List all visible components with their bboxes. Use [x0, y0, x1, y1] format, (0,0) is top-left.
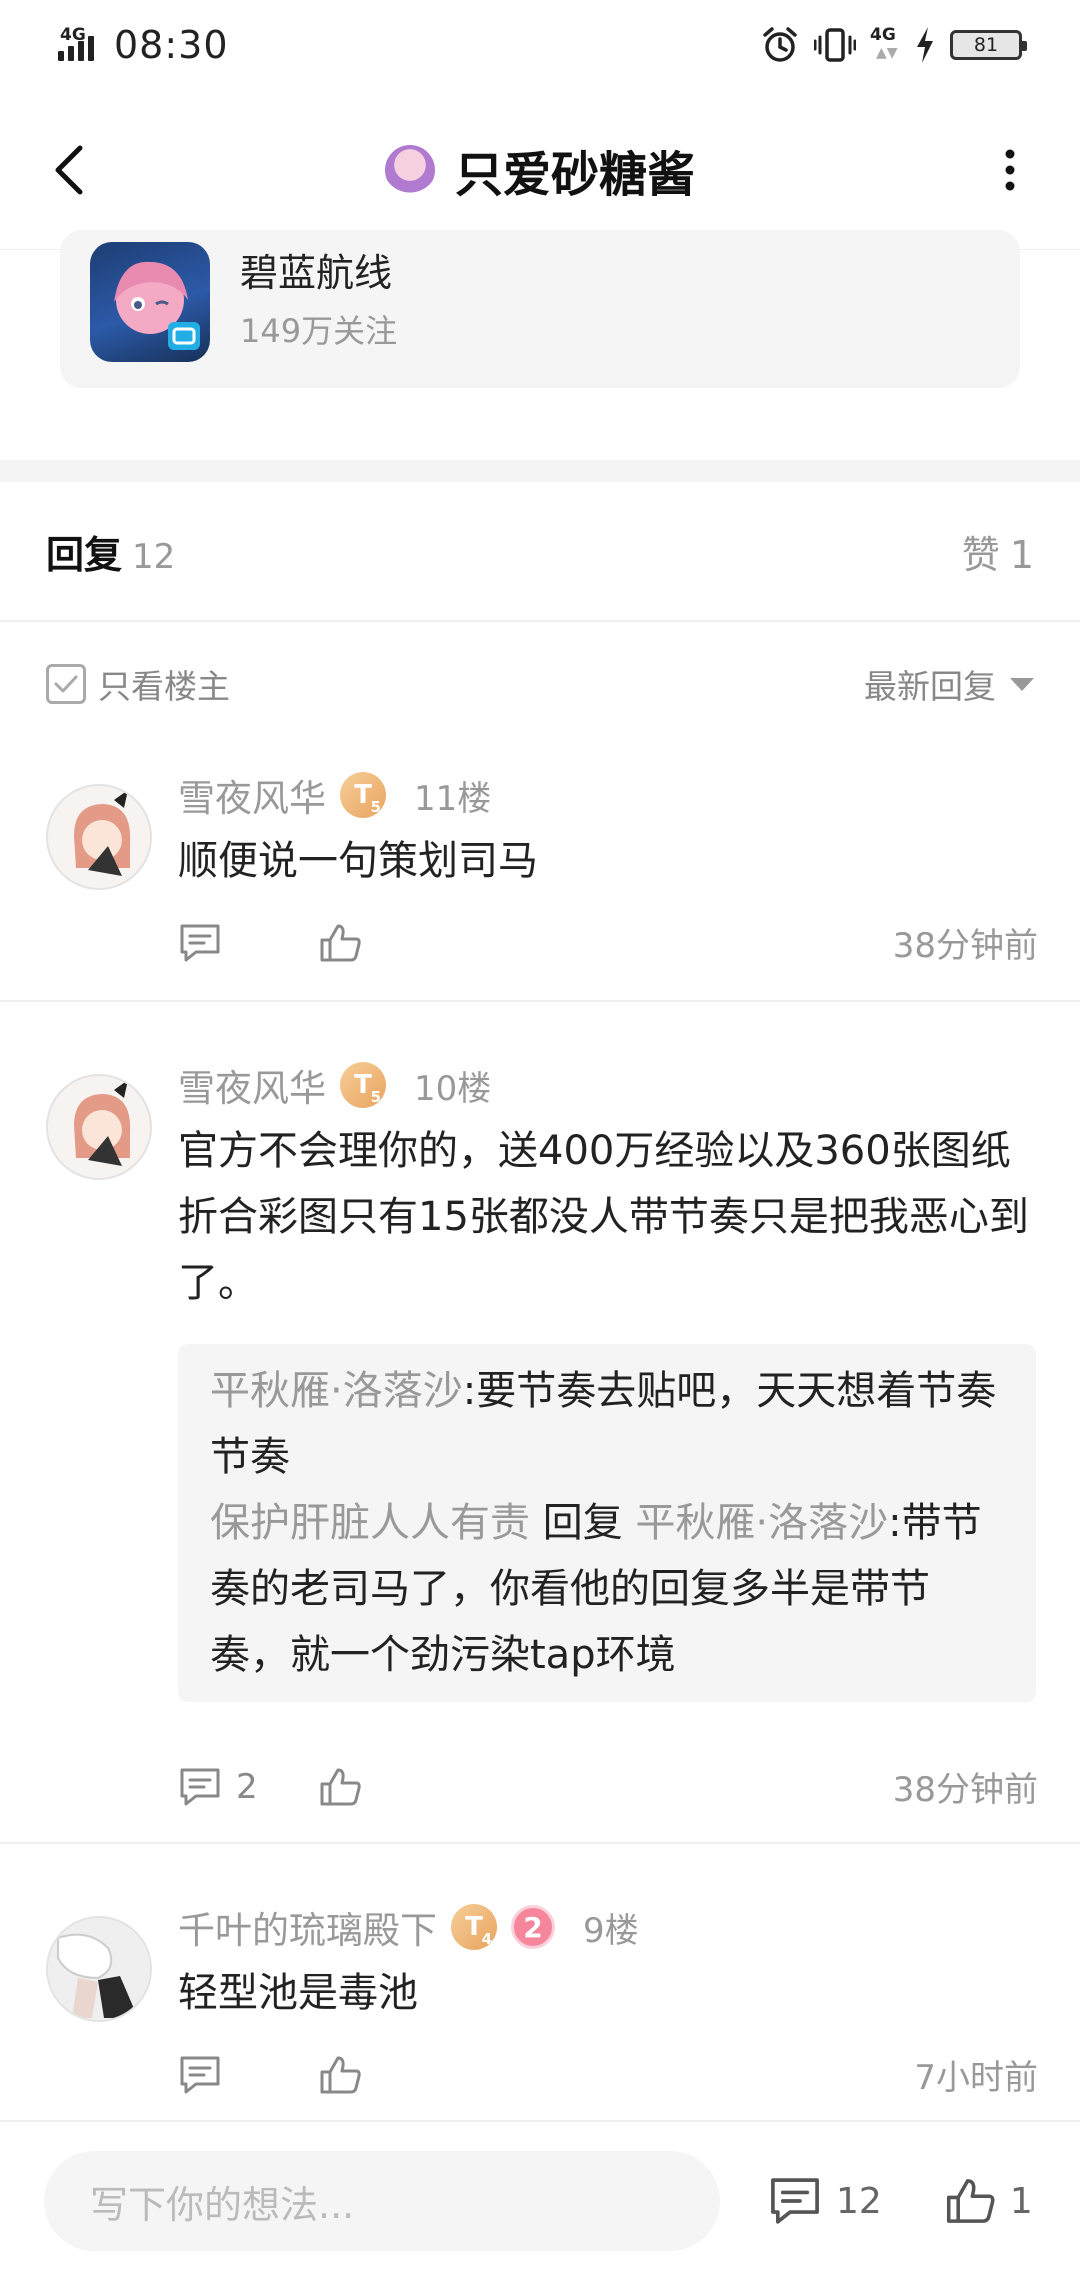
level-badge: T5: [340, 772, 386, 818]
alarm-icon: [763, 27, 797, 62]
floor-number: 11楼: [414, 778, 492, 819]
status-time: 08:30: [114, 23, 229, 67]
thumbs-up-icon: [320, 2056, 361, 2093]
comment-time: 38分钟前: [892, 926, 1038, 966]
comment-header: 雪夜风华 T5 10楼: [178, 1058, 491, 1112]
tab-replies[interactable]: 回复 12: [46, 524, 175, 579]
signal-icon: 4G: [58, 25, 104, 65]
app-card[interactable]: 碧蓝航线 149万关注: [60, 230, 1020, 388]
like-button[interactable]: [318, 2054, 362, 2096]
comment-text: 顺便说一句策划司马: [178, 838, 538, 884]
avatar[interactable]: [46, 1916, 152, 2022]
comment-actions: 2 38分钟前: [178, 1762, 1038, 1811]
author-avatar[interactable]: [384, 144, 435, 195]
tab-replies-label: 回复: [46, 532, 123, 577]
sort-dropdown[interactable]: 最新回复: [864, 660, 1034, 708]
comment-actions: 7小时前: [178, 2050, 1038, 2099]
filter-row: 只看楼主 最新回复: [0, 624, 1080, 744]
network-4g-icon: 4G ▲▼: [870, 25, 898, 61]
comment-item: 千叶的琉璃殿下 T4 2 9楼 轻型池是毒池 7小时前: [0, 1844, 1080, 2120]
floor-number: 10楼: [414, 1068, 492, 1109]
sort-label: 最新回复: [864, 667, 996, 706]
tab-likes-count: 1: [1009, 532, 1034, 577]
section-divider: [0, 460, 1080, 482]
nav-title-group: 只爱砂糖酱: [384, 135, 696, 205]
comment-icon: [771, 2178, 819, 2224]
reply-target[interactable]: 平秋雁·洛落沙: [635, 1500, 888, 1546]
level-badge: T4: [451, 1904, 497, 1950]
reply-line: 保护肝脏人人有责 回复 平秋雁·洛落沙:带节奏的老司马了，你看他的回复多半是带节…: [210, 1500, 982, 1678]
tab-likes-label: 赞: [961, 532, 1000, 577]
comment-header: 千叶的琉璃殿下 T4 2 9楼: [178, 1900, 639, 1954]
reply-keyword: 回复: [542, 1500, 623, 1546]
reply-author[interactable]: 平秋雁·洛落沙: [210, 1368, 463, 1414]
app-icon: [90, 242, 210, 362]
comment-item: 雪夜风华 T5 11楼 顺便说一句策划司马 38分钟前: [0, 746, 1080, 1002]
comment-item: 雪夜风华 T5 10楼 官方不会理你的，送400万经验以及360张图纸折合彩图只…: [0, 1002, 1080, 1844]
comment-time: 38分钟前: [892, 1770, 1038, 1810]
comments-button[interactable]: 12: [768, 2175, 882, 2227]
comment-author[interactable]: 雪夜风华: [178, 768, 326, 822]
back-arrow-icon: [55, 145, 83, 194]
comment-time: 7小时前: [914, 2058, 1038, 2098]
app-name: 碧蓝航线: [240, 251, 393, 295]
network-type-2: 4G: [870, 25, 896, 45]
more-vertical-icon: [1005, 149, 1015, 190]
comments-count: 12: [836, 2180, 882, 2222]
like-button[interactable]: [318, 922, 362, 964]
rank-badge: 2: [511, 1905, 555, 1949]
comment-icon: [180, 2056, 220, 2093]
reply-preview[interactable]: 平秋雁·洛落沙:要节奏去贴吧，天天想着节奏节奏 保护肝脏人人有责 回复 平秋雁·…: [178, 1344, 1036, 1702]
comment-author[interactable]: 雪夜风华: [178, 1058, 326, 1112]
comment-actions: 38分钟前: [178, 918, 1038, 967]
battery-indicator: 81: [950, 30, 1027, 60]
avatar[interactable]: [46, 1074, 152, 1180]
comment-author[interactable]: 千叶的琉璃殿下: [178, 1900, 437, 1954]
like-button[interactable]: [318, 1766, 362, 1808]
thumbs-up-icon: [946, 2179, 995, 2223]
thumbs-up-icon: [320, 924, 361, 961]
status-bar: 4G 08:30 4G ▲▼ 81: [0, 0, 1080, 90]
comment-text: 轻型池是毒池: [178, 1970, 418, 2016]
reply-count: 2: [236, 1766, 258, 1807]
tabs-row: 回复 12 赞 1: [0, 482, 1080, 622]
comment-input-placeholder: 写下你的想法...: [90, 2182, 355, 2227]
nav-bar: 只爱砂糖酱: [0, 90, 1080, 250]
comment-icon: [180, 924, 220, 961]
comment-header: 雪夜风华 T5 11楼: [178, 768, 491, 822]
back-button[interactable]: [40, 140, 100, 200]
only-op-toggle[interactable]: 只看楼主: [46, 660, 230, 708]
reply-button[interactable]: [178, 2054, 318, 2096]
comment-icon: [180, 1768, 220, 1805]
level-badge: T5: [340, 1062, 386, 1108]
reply-button[interactable]: 2: [178, 1766, 318, 1808]
page-title: 只爱砂糖酱: [454, 146, 696, 203]
comment-text: 官方不会理你的，送400万经验以及360张图纸折合彩图只有15张都没人带节奏只是…: [178, 1128, 1029, 1306]
avatar[interactable]: [46, 784, 152, 890]
only-op-label: 只看楼主: [98, 667, 230, 706]
post-like-button[interactable]: 1: [944, 2176, 1033, 2226]
battery-level: 81: [973, 34, 999, 56]
reply-author[interactable]: 保护肝脏人人有责: [210, 1500, 530, 1546]
status-right: 4G ▲▼ 81: [760, 25, 1027, 65]
thumbs-up-icon: [320, 1768, 361, 1805]
app-followers: 149万关注: [240, 312, 398, 350]
tab-replies-count: 12: [132, 536, 176, 577]
floor-number: 9楼: [583, 1910, 639, 1951]
checkbox-icon: [46, 664, 86, 704]
reply-line: 平秋雁·洛落沙:要节奏去贴吧，天天想着节奏节奏: [210, 1368, 997, 1480]
post-like-count: 1: [1009, 2180, 1033, 2222]
more-button[interactable]: [980, 140, 1040, 200]
charging-icon: [917, 27, 933, 63]
bottom-bar: 写下你的想法... 12 1: [0, 2120, 1080, 2280]
tab-likes[interactable]: 赞 1: [962, 524, 1034, 579]
comment-input[interactable]: 写下你的想法...: [44, 2151, 720, 2251]
status-left: 4G 08:30: [58, 23, 229, 67]
chevron-down-icon: [1010, 677, 1034, 691]
vibrate-icon: [814, 28, 856, 62]
reply-button[interactable]: [178, 922, 318, 964]
